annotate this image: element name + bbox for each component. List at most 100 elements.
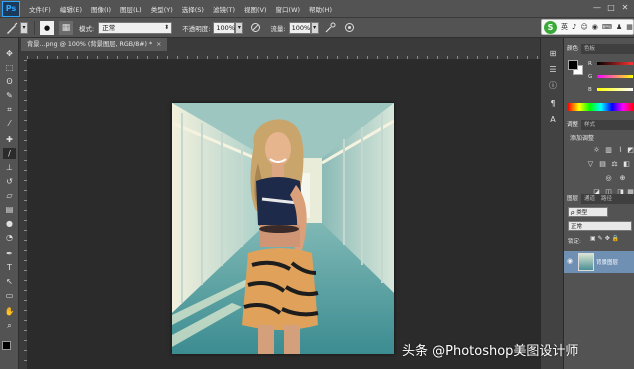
menu-select[interactable]: 选择(S)	[182, 4, 204, 14]
curves-adjust-icon[interactable]: ⌇	[616, 146, 625, 154]
blue-slider-bar[interactable]	[597, 88, 633, 91]
ime-music-icon[interactable]: ♪	[572, 23, 576, 31]
quick-select-tool-icon[interactable]: ✎	[3, 90, 16, 101]
info-panel-icon[interactable]: ⓘ	[547, 80, 559, 92]
stamp-tool-icon[interactable]: ⊥	[3, 162, 16, 173]
blur-tool-icon[interactable]: ●	[3, 218, 16, 229]
close-button[interactable]: ✕	[620, 3, 630, 13]
menu-image[interactable]: 图像(I)	[91, 4, 111, 14]
blue-slider[interactable]: B	[588, 86, 634, 93]
menu-window[interactable]: 窗口(W)	[276, 4, 301, 14]
type-tool-icon[interactable]: T	[3, 262, 16, 273]
blue-label: B	[588, 86, 592, 93]
green-slider[interactable]: G	[588, 73, 634, 80]
opacity-dropdown[interactable]: ▾	[235, 21, 244, 34]
shape-tool-icon[interactable]: ▭	[3, 290, 16, 301]
layer-filter-select[interactable]: ρ 类型	[568, 207, 608, 217]
tab-color[interactable]: 颜色	[564, 44, 582, 54]
vibrance-adjust-icon[interactable]: ▽	[586, 160, 595, 168]
crop-tool-icon[interactable]: ⌗	[3, 104, 16, 115]
brush-tool-icon[interactable]: /	[3, 148, 16, 159]
exposure-adjust-icon[interactable]: ◩	[626, 146, 634, 154]
edited-photo[interactable]	[172, 103, 394, 354]
levels-adjust-icon[interactable]: ▥	[604, 146, 613, 154]
tab-adjustments[interactable]: 调整	[564, 120, 582, 130]
eraser-tool-icon[interactable]: ▱	[3, 190, 16, 201]
black-white-adjust-icon[interactable]: ◧	[622, 160, 631, 168]
gradient-tool-icon[interactable]: ▤	[3, 204, 16, 215]
lock-icons[interactable]: ▣✎✥🔒	[590, 235, 621, 242]
tab-layers[interactable]: 图层	[564, 194, 582, 204]
tab-swatches[interactable]: 色板	[581, 44, 598, 54]
source-watermark: 头条 @Photoshop美图设计师	[402, 344, 579, 359]
layer-visibility-eye-icon[interactable]: ◉	[567, 257, 573, 265]
hue-saturation-adjust-icon[interactable]: ▤	[598, 160, 607, 168]
red-slider[interactable]: R	[588, 60, 634, 67]
opacity-input[interactable]: 100%	[213, 21, 236, 34]
color-balance-adjust-icon[interactable]: ⚖	[610, 160, 619, 168]
photo-filter-adjust-icon[interactable]: ◎	[604, 174, 613, 182]
chevron-down-icon: ⬍	[164, 23, 170, 31]
brightness-adjust-icon[interactable]: ☼	[592, 146, 601, 154]
ime-skin-icon[interactable]: ♟	[616, 23, 622, 31]
green-slider-bar[interactable]	[597, 75, 633, 78]
menu-filter[interactable]: 滤镜(T)	[213, 4, 235, 14]
ime-emoji-icon[interactable]: ☺	[580, 23, 587, 31]
color-panel-tabs: 颜色 色板	[564, 44, 634, 54]
color-foreground-swatch[interactable]	[568, 60, 578, 70]
ime-grid-icon[interactable]: ▦	[626, 23, 633, 31]
pressure-size-icon[interactable]	[343, 21, 357, 35]
green-label: G	[588, 73, 593, 80]
marquee-tool-icon[interactable]: ⬚	[3, 62, 16, 73]
divider	[34, 20, 35, 35]
color-spectrum-bar[interactable]	[568, 103, 634, 111]
properties-panel-icon[interactable]: ☰	[547, 64, 559, 76]
hand-tool-icon[interactable]: ✋	[3, 306, 16, 317]
tab-styles[interactable]: 样式	[581, 120, 598, 130]
tab-paths[interactable]: 路径	[598, 194, 615, 204]
menu-view[interactable]: 视图(V)	[244, 4, 267, 14]
history-brush-tool-icon[interactable]: ↺	[3, 176, 16, 187]
foreground-color-swatch[interactable]	[2, 341, 11, 350]
menu-type[interactable]: 类型(Y)	[151, 4, 173, 14]
zoom-tool-icon[interactable]: ⌕	[3, 320, 16, 331]
mode-select[interactable]: 正常 ⬍	[98, 21, 173, 34]
airbrush-icon[interactable]	[324, 21, 338, 35]
minimize-button[interactable]: —	[592, 3, 602, 13]
menu-layer[interactable]: 图层(L)	[120, 4, 142, 14]
healing-tool-icon[interactable]: ✚	[3, 134, 16, 145]
move-tool-icon[interactable]: ✥	[3, 48, 16, 59]
pressure-opacity-icon[interactable]	[248, 21, 262, 35]
ime-keyboard-icon[interactable]: ⌨	[602, 23, 612, 31]
history-panel-icon[interactable]: ⊞	[547, 48, 559, 60]
maximize-button[interactable]: □	[606, 3, 616, 13]
paragraph-panel-icon[interactable]: ¶	[547, 98, 559, 110]
channel-mixer-adjust-icon[interactable]: ⊕	[618, 174, 627, 182]
menu-help[interactable]: 帮助(H)	[309, 4, 332, 14]
brush-size-icon[interactable]: ●	[40, 20, 54, 35]
ime-language-toggle[interactable]: 英	[561, 22, 568, 32]
photo-graphic	[172, 103, 394, 354]
pen-tool-icon[interactable]: ✒	[3, 248, 16, 259]
menu-file[interactable]: 文件(F)	[29, 4, 51, 14]
blend-mode-select[interactable]: 正常	[568, 221, 632, 231]
brush-panel-icon[interactable]: ▦	[59, 20, 73, 35]
eyedropper-tool-icon[interactable]: ⁄	[3, 118, 16, 129]
flow-dropdown[interactable]: ▾	[310, 21, 319, 34]
path-select-tool-icon[interactable]: ↖	[3, 276, 16, 287]
menu-edit[interactable]: 编辑(E)	[60, 4, 82, 14]
ime-voice-icon[interactable]: ◉	[592, 23, 598, 31]
ime-logo[interactable]: S	[544, 20, 557, 34]
character-panel-icon[interactable]: A	[547, 114, 559, 126]
document-tab[interactable]: 背景...png @ 100% (背景图层, RGB/8#) * ×	[21, 38, 168, 51]
tab-channels[interactable]: 通道	[581, 194, 598, 204]
menu-bar: Ps 文件(F) 编辑(E) 图像(I) 图层(L) 类型(Y) 选择(S) 滤…	[0, 0, 634, 18]
red-slider-bar[interactable]	[597, 62, 633, 65]
close-tab-icon[interactable]: ×	[156, 41, 161, 48]
dodge-tool-icon[interactable]: ◔	[3, 232, 16, 243]
brush-preset-icon[interactable]	[5, 21, 19, 35]
flow-input[interactable]: 100%	[288, 21, 311, 34]
layer-row-background[interactable]: ◉ 背景图层	[564, 251, 634, 273]
brush-preset-dropdown[interactable]: ▾	[20, 21, 28, 34]
lasso-tool-icon[interactable]: ʘ	[3, 76, 16, 87]
